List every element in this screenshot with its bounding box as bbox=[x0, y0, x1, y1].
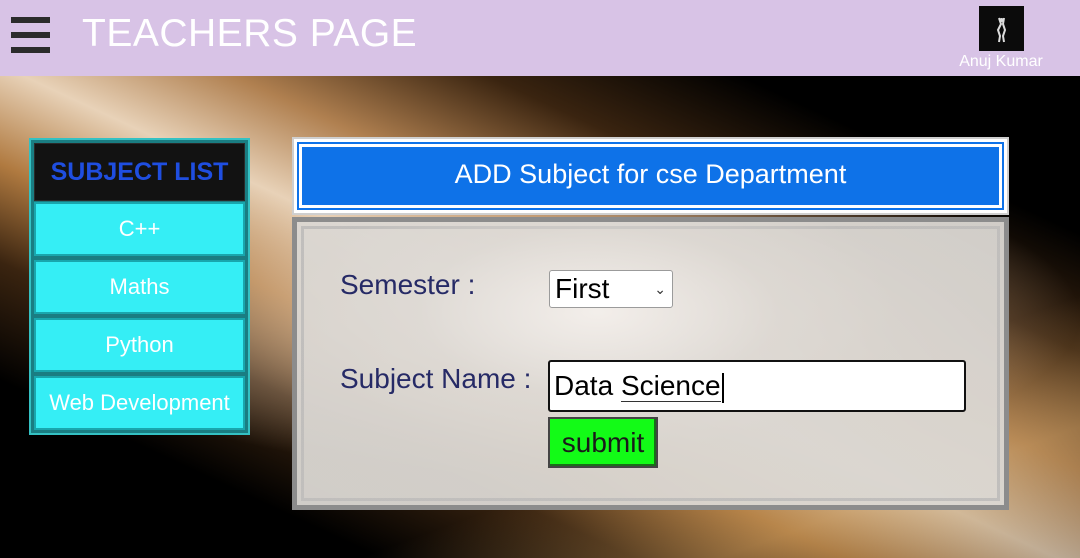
subject-list-heading: SUBJECT LIST bbox=[34, 143, 245, 201]
subject-item-cpp[interactable]: C++ bbox=[34, 202, 245, 256]
subject-item-python[interactable]: Python bbox=[34, 318, 245, 372]
subject-item-web-development[interactable]: Web Development bbox=[34, 376, 245, 430]
user-avatar-icon bbox=[979, 6, 1024, 51]
subject-item-maths[interactable]: Maths bbox=[34, 260, 245, 314]
page-title: TEACHERS PAGE bbox=[82, 12, 418, 55]
top-header: TEACHERS PAGE Anuj Kumar bbox=[0, 0, 1080, 76]
subject-name-input[interactable]: Data Science bbox=[548, 360, 966, 412]
submit-button[interactable]: submit bbox=[548, 417, 658, 468]
user-name: Anuj Kumar bbox=[959, 53, 1043, 70]
semester-select[interactable]: First ⌄ bbox=[549, 270, 673, 308]
subject-name-text-part2: Science bbox=[620, 370, 721, 402]
add-subject-form: Semester : First ⌄ Subject Name : Data S… bbox=[292, 217, 1009, 510]
subject-name-text-part1: Data bbox=[554, 370, 621, 401]
text-caret bbox=[721, 372, 724, 403]
avatar[interactable] bbox=[979, 6, 1024, 51]
chevron-down-icon: ⌄ bbox=[654, 281, 666, 297]
semester-selected-value: First bbox=[555, 273, 610, 304]
subject-name-label: Subject Name : bbox=[340, 363, 532, 394]
semester-label: Semester : bbox=[340, 269, 476, 300]
add-subject-header-frame: ADD Subject for cse Department bbox=[292, 137, 1009, 215]
hamburger-menu-icon[interactable] bbox=[11, 17, 50, 53]
subject-list-panel: SUBJECT LIST C++ Maths Python Web Develo… bbox=[29, 138, 250, 435]
add-subject-heading: ADD Subject for cse Department bbox=[297, 142, 1004, 210]
